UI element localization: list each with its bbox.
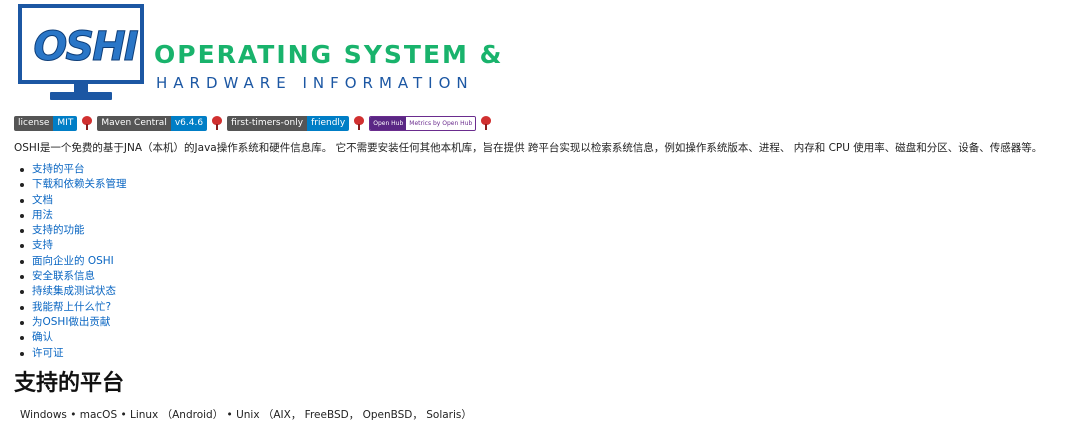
toc-link[interactable]: 面向企业的 OSHI [20, 254, 127, 269]
toc-link[interactable]: 支持的功能 [20, 223, 127, 238]
pin-icon [480, 116, 492, 130]
monitor-icon: OSHI [18, 4, 144, 104]
toc-link[interactable]: 支持 [20, 238, 127, 253]
toc-link[interactable]: 持续集成测试状态 [20, 284, 127, 299]
toc-link[interactable]: 为OSHI做出贡献 [20, 315, 127, 330]
toc-link[interactable]: 下载和依赖关系管理 [20, 177, 127, 192]
toc-link[interactable]: 确认 [20, 330, 127, 345]
logo-screen-text: OSHI [33, 24, 139, 71]
pin-icon [353, 116, 365, 130]
oshi-logo: OSHI OPERATING SYSTEM & HARDWARE INFORMA… [18, 4, 501, 106]
pin-icon [81, 116, 93, 130]
toc-link[interactable]: 许可证 [20, 346, 127, 361]
toc-link[interactable]: 安全联系信息 [20, 269, 127, 284]
pin-icon [211, 116, 223, 130]
first-timers-badge[interactable]: first-timers-only friendly [227, 115, 350, 131]
logo-title: OPERATING SYSTEM & [154, 40, 504, 69]
monitor-base [50, 92, 112, 100]
toc-link[interactable]: 支持的平台 [20, 162, 127, 177]
badge-row: license MIT Maven Central v6.4.6 first-t… [14, 115, 496, 131]
toc-link[interactable]: 我能帮上什么忙? [20, 300, 127, 315]
monitor-stand [74, 84, 88, 92]
logo-subtitle: HARDWARE INFORMATION [156, 74, 474, 92]
table-of-contents: 支持的平台 下载和依赖关系管理 文档 用法 支持的功能 支持 面向企业的 OSH… [20, 162, 127, 361]
license-badge[interactable]: license MIT [14, 115, 78, 131]
toc-link[interactable]: 用法 [20, 208, 127, 223]
openhub-badge[interactable]: Open Hub Metrics by Open Hub [369, 115, 477, 131]
monitor-screen: OSHI [18, 4, 144, 84]
maven-central-badge[interactable]: Maven Central v6.4.6 [97, 115, 208, 131]
section-heading: 支持的平台 [14, 371, 125, 396]
platforms-text: Windows • macOS • Linux （Android） • Unix… [20, 409, 472, 421]
toc-link[interactable]: 文档 [20, 193, 127, 208]
project-description: OSHI是一个免费的基于JNA（本机）的Java操作系统和硬件信息库。 它不需要… [14, 142, 1043, 154]
